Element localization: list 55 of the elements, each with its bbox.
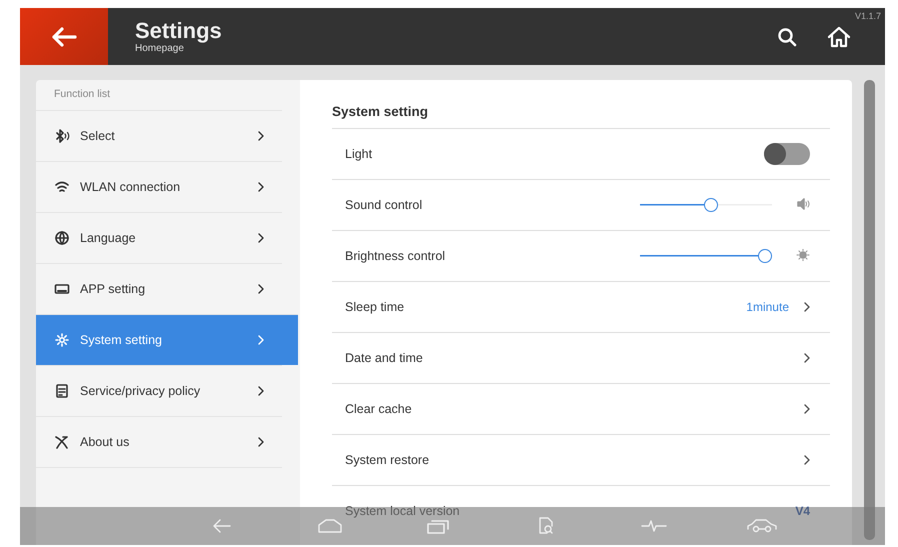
pulse-icon <box>641 519 667 533</box>
setting-value: 1minute <box>746 300 789 314</box>
home-outline-icon <box>317 519 343 533</box>
car-icon <box>746 518 778 534</box>
toggle-switch[interactable] <box>764 143 810 165</box>
version-label: V1.1.7 <box>854 11 881 21</box>
setting-label: Sound control <box>345 198 424 212</box>
chevron-icon <box>257 437 264 447</box>
list-heading: Function list <box>53 88 112 102</box>
chevron-icon <box>803 353 810 363</box>
page-subtitle: Homepage <box>135 43 185 54</box>
back-button[interactable] <box>20 8 108 65</box>
chevron-icon <box>257 131 264 141</box>
search-button[interactable] <box>777 26 797 46</box>
gear-icon <box>54 333 70 347</box>
section-title: System setting <box>332 102 430 121</box>
search-icon <box>777 26 797 46</box>
speaker-icon <box>796 198 810 210</box>
home-button[interactable] <box>827 26 851 48</box>
back-arrow-icon <box>51 26 77 48</box>
home-icon <box>827 26 851 48</box>
document-search-icon <box>538 517 554 535</box>
chevron-icon <box>257 335 264 345</box>
setting-link[interactable]: Date and time <box>345 351 803 365</box>
scrollbar[interactable] <box>864 80 875 540</box>
setting-label: System local version <box>345 504 461 518</box>
document-icon <box>54 384 70 398</box>
setting-label: Brightness control <box>345 249 446 263</box>
chevron-icon <box>803 302 810 312</box>
wifi-icon <box>54 180 70 194</box>
setting-link[interactable]: Sleep time <box>345 300 746 314</box>
chevron-icon <box>257 182 264 192</box>
menu-item[interactable]: Select <box>36 110 282 161</box>
chevron-icon <box>257 233 264 243</box>
chevron-icon <box>803 455 810 465</box>
setting-label: Light <box>345 147 374 161</box>
version-value: V4 <box>795 504 810 518</box>
back-arrow-icon <box>212 519 232 533</box>
bluetooth-icon <box>54 129 70 143</box>
windows-icon <box>426 518 450 534</box>
menu-item[interactable]: Language <box>36 212 282 263</box>
chevron-icon <box>803 404 810 414</box>
setting-link[interactable]: System restore <box>345 453 803 467</box>
menu-item[interactable]: About us <box>36 416 282 468</box>
cross-icon <box>54 435 70 449</box>
menu-item[interactable]: Service/privacy policy <box>36 365 282 416</box>
setting-link[interactable]: Clear cache <box>345 402 803 416</box>
menu-item[interactable]: System setting <box>36 314 298 365</box>
page-title: Settings <box>135 19 223 43</box>
brightness-icon <box>796 248 810 260</box>
globe-icon <box>54 231 70 245</box>
menu-item[interactable]: WLAN connection <box>36 161 282 212</box>
chevron-icon <box>257 386 264 396</box>
monitor-icon <box>54 282 70 296</box>
chevron-icon <box>257 284 264 294</box>
